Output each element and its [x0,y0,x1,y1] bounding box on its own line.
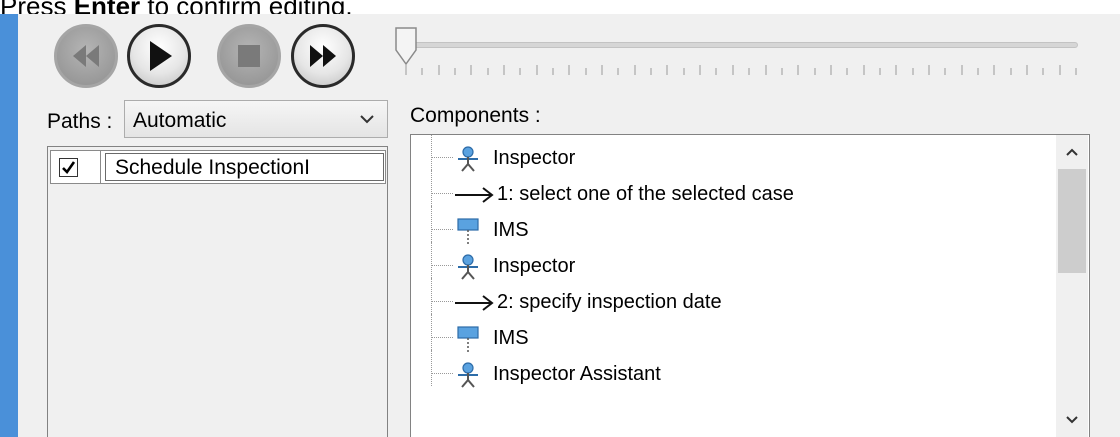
tree-guide-line [431,170,432,206]
play-icon [150,41,172,71]
play-button[interactable] [127,24,191,88]
paths-dropdown[interactable]: Automatic [124,100,388,138]
component-row-actor[interactable]: Inspector [411,242,1051,284]
component-row-actor[interactable]: Inspector [411,135,1051,176]
tree-branch-line [431,265,453,266]
tree-branch-line [431,301,453,302]
stop-button[interactable] [217,24,281,88]
tree-guide-line [431,278,432,314]
tree-branch-line [431,373,453,374]
tree-branch-line [431,337,453,338]
scroll-up-button[interactable] [1056,135,1088,169]
component-row-label: 1: select one of the selected case [497,183,794,205]
fast-forward-button[interactable] [291,24,355,88]
path-item[interactable]: Schedule InspectionI [50,150,386,184]
tree-guide-line [431,206,432,242]
tree-guide-line [431,314,432,350]
component-row-label: Inspector [493,255,576,277]
component-row-label: 2: specify inspection date [497,291,722,313]
tree-guide-line [431,242,432,278]
paths-dropdown-value: Automatic [133,109,227,132]
actor-icon [458,362,478,388]
component-row-actor[interactable]: Inspector Assistant [411,350,1051,392]
paths-list: Schedule InspectionI [47,146,388,437]
fast-forward-icon [310,45,336,67]
component-row-message[interactable]: 1: select one of the selected case [411,170,1051,212]
path-checkbox[interactable] [59,158,78,177]
components-tree[interactable]: Inspector 1: select one of the selected c… [410,134,1090,437]
tree-branch-line [431,157,453,158]
actor-icon [458,146,478,172]
component-row-label: IMS [493,219,529,241]
component-row-message[interactable]: 2: specify inspection date [411,278,1051,320]
lifeline-icon [457,218,479,244]
timeline-slider-thumb[interactable] [394,26,418,66]
components-label: Components : [410,104,541,127]
rewind-button[interactable] [54,24,118,88]
timeline-ticks [405,65,1077,75]
lifeline-icon [457,326,479,352]
timeline-slider-track[interactable] [400,42,1078,48]
stop-icon [238,45,260,67]
components-scrollbar[interactable] [1056,135,1088,437]
component-row-label: Inspector [493,147,576,169]
actor-icon [458,254,478,280]
tree-branch-line [431,229,453,230]
tree-guide-line [431,350,432,386]
tree-guide-line [431,135,432,170]
rewind-icon [73,45,99,67]
window-left-border [0,14,18,437]
tree-branch-line [431,193,453,194]
path-name-text: Schedule InspectionI [115,156,310,179]
component-row-lifeline[interactable]: IMS [411,314,1051,356]
chevron-down-icon [360,115,374,124]
checkmark-icon [62,161,76,175]
paths-label: Paths : [47,110,113,133]
arrow-icon [455,187,494,203]
component-row-label: IMS [493,327,529,349]
scroll-thumb[interactable] [1058,169,1086,273]
chevron-down-icon [1066,416,1078,424]
component-row-lifeline[interactable]: IMS [411,206,1051,248]
scroll-down-button[interactable] [1056,403,1088,437]
path-column-divider [100,151,101,183]
arrow-icon [455,295,494,311]
component-row-label: Inspector Assistant [493,363,661,385]
chevron-up-icon [1066,148,1078,156]
